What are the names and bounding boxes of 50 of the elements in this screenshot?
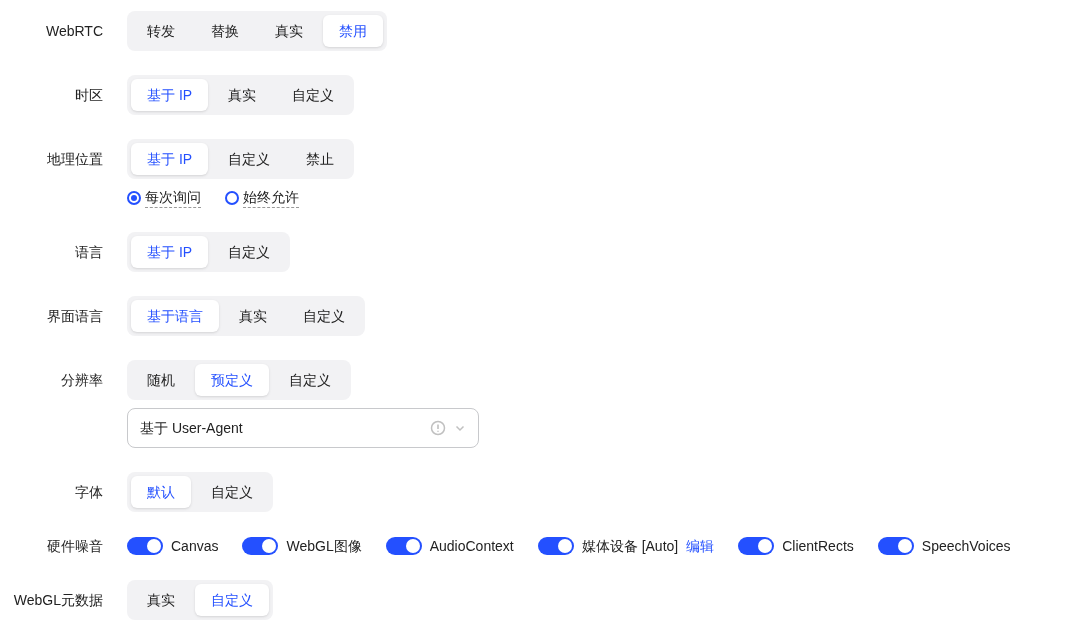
radio-button[interactable] bbox=[127, 190, 141, 205]
segment-tab[interactable]: 真实 bbox=[223, 300, 283, 332]
field-label: 地理位置 bbox=[47, 150, 103, 169]
toggle-switch[interactable] bbox=[877, 537, 914, 555]
toggle-switch[interactable] bbox=[738, 537, 775, 555]
segment-tab[interactable]: 替换 bbox=[195, 15, 255, 47]
field-label: 硬件噪音 bbox=[47, 537, 103, 556]
toggle-label: ClientRects bbox=[782, 537, 854, 556]
field-label: WebGL元数据 bbox=[13, 591, 103, 610]
toggle-switch[interactable] bbox=[385, 537, 422, 555]
field-label: WebRTC bbox=[45, 22, 103, 41]
toggle-label: Canvas bbox=[171, 537, 219, 556]
toggle-label: WebGL图像 bbox=[286, 537, 362, 556]
select-field[interactable]: 基于 User-Agent bbox=[127, 408, 479, 448]
info-icon bbox=[430, 420, 446, 436]
segment-tab[interactable]: 自定义 bbox=[287, 300, 361, 332]
segment-tab[interactable]: 转发 bbox=[131, 15, 191, 47]
segment-tab[interactable]: 自定义 bbox=[195, 476, 269, 508]
segment-tab[interactable]: 基于语言 bbox=[131, 300, 219, 332]
segment-tab[interactable]: 真实 bbox=[259, 15, 319, 47]
segment-tab[interactable]: 基于 IP bbox=[131, 79, 209, 111]
radio-label: 始终允许 bbox=[243, 187, 299, 208]
toggle-switch[interactable] bbox=[242, 537, 279, 555]
field-label: 语言 bbox=[75, 243, 103, 262]
segment-tab[interactable]: 预定义 bbox=[195, 364, 269, 396]
segment-tab[interactable]: 禁用 bbox=[323, 15, 383, 47]
toggle-switch[interactable] bbox=[127, 537, 163, 555]
segment-tab[interactable]: 基于 IP bbox=[131, 143, 209, 175]
toggle-label: AudioContext bbox=[429, 537, 514, 556]
segment-tab[interactable]: 自定义 bbox=[195, 584, 269, 616]
radio-button[interactable] bbox=[225, 190, 239, 205]
segment-tab[interactable]: 自定义 bbox=[276, 79, 351, 111]
toggle-switch[interactable] bbox=[537, 537, 574, 555]
segment-tab[interactable]: 真实 bbox=[212, 79, 273, 111]
segment-tab[interactable]: 基于 IP bbox=[131, 236, 209, 268]
segment-tab[interactable]: 自定义 bbox=[212, 236, 287, 268]
segment-tab[interactable]: 禁止 bbox=[290, 143, 351, 175]
segment-tab[interactable]: 默认 bbox=[131, 476, 191, 508]
radio-label: 每次询问 bbox=[145, 187, 201, 208]
field-label: 界面语言 bbox=[47, 307, 103, 326]
edit-link[interactable]: 编辑 bbox=[686, 536, 715, 556]
segment-tab[interactable]: 真实 bbox=[131, 584, 191, 616]
field-label: 字体 bbox=[75, 483, 103, 502]
field-label: 分辨率 bbox=[61, 371, 103, 390]
segment-tab[interactable]: 随机 bbox=[131, 364, 191, 396]
toggle-label: 媒体设备 [Auto] bbox=[581, 537, 679, 556]
field-label: 时区 bbox=[75, 86, 103, 105]
segment-tab[interactable]: 自定义 bbox=[273, 364, 347, 396]
toggle-label: SpeechVoices bbox=[921, 537, 1011, 556]
segment-tab[interactable]: 自定义 bbox=[212, 143, 287, 175]
